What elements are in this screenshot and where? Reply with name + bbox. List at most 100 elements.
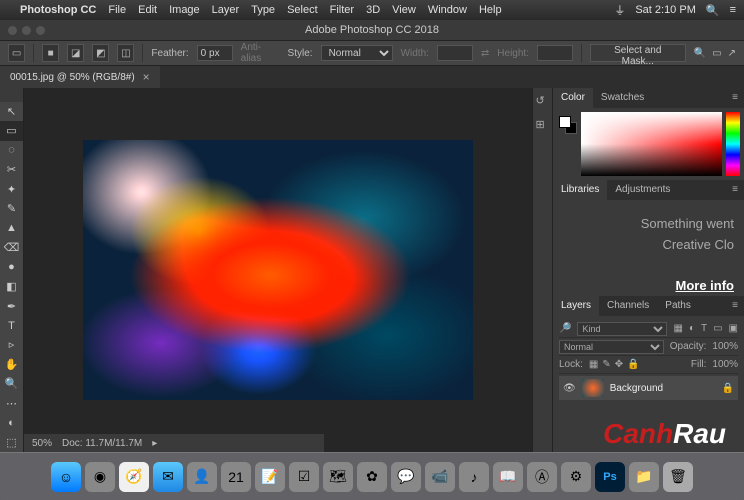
select-and-mask-button[interactable]: Select and Mask...: [590, 44, 686, 62]
dock-contacts-icon[interactable]: 👤: [187, 462, 217, 492]
color-tab[interactable]: Color: [553, 88, 593, 108]
document-tab[interactable]: 00015.jpg @ 50% (RGB/8#) ×: [0, 66, 160, 88]
move-tool[interactable]: ↖: [0, 102, 23, 121]
dock-launchpad-icon[interactable]: ◉: [85, 462, 115, 492]
layer-name[interactable]: Background: [610, 383, 663, 394]
menu-type[interactable]: Type: [251, 4, 275, 16]
menu-layer[interactable]: Layer: [212, 4, 240, 16]
healing-tool[interactable]: ▲: [0, 218, 23, 237]
gradient-tool[interactable]: ◧: [0, 277, 23, 296]
menu-file[interactable]: File: [108, 4, 126, 16]
swatches-tab[interactable]: Swatches: [593, 88, 652, 108]
color-panel-menu-icon[interactable]: ≡: [726, 88, 744, 108]
opacity-value[interactable]: 100%: [712, 341, 738, 352]
crop-tool[interactable]: ✂: [0, 160, 23, 179]
type-tool[interactable]: T: [0, 316, 23, 335]
search-icon[interactable]: 🔍: [694, 48, 706, 59]
minimize-window-button[interactable]: [22, 26, 31, 35]
menu-view[interactable]: View: [392, 4, 416, 16]
dock-reminders-icon[interactable]: ☑: [289, 462, 319, 492]
fill-value[interactable]: 100%: [712, 359, 738, 370]
menu-extra-icon[interactable]: ≡: [730, 4, 736, 16]
menubar-clock[interactable]: Sat 2:10 PM: [635, 4, 696, 16]
adjustments-tab[interactable]: Adjustments: [607, 180, 678, 200]
doc-info[interactable]: Doc: 11.7M/11.7M: [62, 438, 142, 449]
wifi-icon[interactable]: ⏚: [614, 2, 625, 18]
feather-input[interactable]: [197, 45, 233, 61]
layers-panel-menu-icon[interactable]: ≡: [726, 296, 744, 316]
foreground-color-swatch[interactable]: [559, 116, 571, 128]
dock-ibooks-icon[interactable]: 📖: [493, 462, 523, 492]
menu-select[interactable]: Select: [287, 4, 318, 16]
layers-tab[interactable]: Layers: [553, 296, 599, 316]
dock-trash-icon[interactable]: 🗑: [663, 462, 693, 492]
dock-messages-icon[interactable]: 💬: [391, 462, 421, 492]
canvas-area[interactable]: [24, 88, 532, 452]
dock-itunes-icon[interactable]: ♪: [459, 462, 489, 492]
properties-panel-icon[interactable]: ⊞: [536, 118, 550, 132]
dock-facetime-icon[interactable]: 📹: [425, 462, 455, 492]
zoom-tool[interactable]: 🔍: [0, 374, 23, 393]
share-icon[interactable]: ↗: [728, 48, 736, 59]
history-panel-icon[interactable]: ↺: [536, 94, 550, 108]
dock-photos-icon[interactable]: ✿: [357, 462, 387, 492]
workspace-icon[interactable]: ▭: [712, 48, 721, 59]
menu-window[interactable]: Window: [428, 4, 467, 16]
lock-all-icon[interactable]: 🔒: [627, 359, 639, 370]
menu-3d[interactable]: 3D: [366, 4, 380, 16]
close-tab-icon[interactable]: ×: [143, 70, 150, 84]
filter-smart-icon[interactable]: ▣: [729, 323, 738, 334]
brush-tool[interactable]: ●: [0, 257, 23, 276]
eraser-tool[interactable]: ⌫: [0, 238, 23, 257]
spotlight-icon[interactable]: 🔍: [706, 4, 720, 17]
channels-tab[interactable]: Channels: [599, 296, 657, 316]
dock-photoshop-icon[interactable]: Ps: [595, 462, 625, 492]
dock-maps-icon[interactable]: 🗺: [323, 462, 353, 492]
dock-mail-icon[interactable]: ✉: [153, 462, 183, 492]
doc-info-chevron-icon[interactable]: ▸: [152, 438, 157, 449]
filter-adj-icon[interactable]: ◐: [689, 323, 695, 334]
dock-calendar-icon[interactable]: 21: [221, 462, 251, 492]
menu-image[interactable]: Image: [169, 4, 200, 16]
fgbg-swatch[interactable]: ◐: [0, 413, 23, 432]
filter-shape-icon[interactable]: ▭: [713, 323, 722, 334]
more-tools[interactable]: ⋯: [0, 394, 23, 413]
hue-slider[interactable]: [726, 112, 740, 176]
lock-position-icon[interactable]: ✥: [615, 359, 623, 370]
filter-type-icon[interactable]: T: [701, 323, 707, 334]
wand-tool[interactable]: ✦: [0, 180, 23, 199]
style-select[interactable]: Normal: [321, 45, 393, 61]
layer-thumbnail[interactable]: [582, 379, 604, 397]
menu-edit[interactable]: Edit: [138, 4, 157, 16]
app-menu[interactable]: Photoshop CC: [20, 4, 96, 16]
menu-filter[interactable]: Filter: [330, 4, 354, 16]
selection-subtract-icon[interactable]: ◩: [92, 44, 109, 62]
quickmask-tool[interactable]: ⬚: [0, 433, 23, 452]
libraries-tab[interactable]: Libraries: [553, 180, 607, 200]
selection-add-icon[interactable]: ◪: [67, 44, 84, 62]
tool-panel-grip[interactable]: [0, 88, 23, 102]
zoom-level[interactable]: 50%: [32, 438, 52, 449]
layer-lock-icon[interactable]: 🔒: [722, 383, 734, 394]
dock-safari-icon[interactable]: 🧭: [119, 462, 149, 492]
lasso-tool[interactable]: ◌: [0, 141, 23, 160]
eyedropper-tool[interactable]: ✎: [0, 199, 23, 218]
layer-item-background[interactable]: 👁 Background 🔒: [559, 376, 738, 400]
paths-tab[interactable]: Paths: [657, 296, 699, 316]
dock-finder-icon[interactable]: ☺: [51, 462, 81, 492]
marquee-tool[interactable]: ▭: [0, 121, 23, 140]
dock-folder-icon[interactable]: 📁: [629, 462, 659, 492]
lock-pixels-icon[interactable]: ✎: [602, 359, 610, 370]
selection-new-icon[interactable]: ■: [42, 44, 59, 62]
fg-bg-color[interactable]: [557, 112, 577, 176]
lock-transparency-icon[interactable]: ▦: [589, 359, 598, 370]
color-spectrum[interactable]: [581, 112, 722, 176]
hand-tool[interactable]: ✋: [0, 355, 23, 374]
libraries-panel-menu-icon[interactable]: ≡: [726, 180, 744, 200]
dock-appstore-icon[interactable]: Ⓐ: [527, 462, 557, 492]
filter-pixel-icon[interactable]: ▦: [673, 323, 682, 334]
dock-preferences-icon[interactable]: ⚙: [561, 462, 591, 492]
blend-mode-select[interactable]: Normal: [559, 340, 664, 354]
pen-tool[interactable]: ✒: [0, 296, 23, 315]
path-tool[interactable]: ▹: [0, 335, 23, 354]
